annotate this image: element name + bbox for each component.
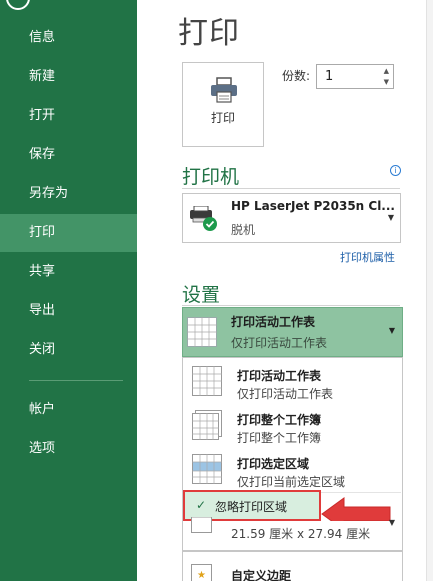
sidebar-divider — [29, 380, 123, 381]
sidebar-item-open[interactable]: 打开 — [0, 97, 137, 135]
printer-name: HP LaserJet P2035n Cl... — [231, 199, 395, 213]
page-title: 打印 — [178, 16, 240, 51]
printer-icon — [211, 77, 237, 103]
sidebar-item-save[interactable]: 保存 — [0, 136, 137, 174]
checkmark-icon: ✓ — [196, 498, 207, 512]
menu-item-subtitle: 打印整个工作簿 — [237, 431, 322, 445]
margins-value: 自定义边距 — [231, 569, 292, 581]
back-icon[interactable] — [6, 0, 30, 10]
paper-icon — [191, 517, 212, 533]
menu-item-title: 打印选定区域 — [237, 457, 310, 471]
selection-icon — [192, 454, 222, 484]
menu-item-title: 打印整个工作簿 — [237, 413, 322, 427]
info-icon[interactable]: i — [390, 165, 401, 176]
paper-size-dropdown[interactable]: 21.59 厘米 x 27.94 厘米 ▼ — [182, 517, 403, 551]
margins-dropdown[interactable]: ★ 自定义边距 — [182, 551, 403, 581]
sidebar-item-account[interactable]: 帐户 — [0, 391, 137, 429]
print-button[interactable]: 打印 — [182, 62, 264, 147]
copies-value[interactable]: 1 — [325, 69, 333, 84]
printer-offline-icon — [190, 206, 217, 231]
scrollbar[interactable] — [426, 0, 433, 581]
sidebar-item-close[interactable]: 关闭 — [0, 331, 137, 369]
custom-margins-icon: ★ — [191, 564, 212, 581]
sidebar-item-save-as[interactable]: 另存为 — [0, 175, 137, 213]
print-button-label: 打印 — [210, 111, 235, 125]
menu-item-title: 打印活动工作表 — [237, 369, 322, 383]
menu-item-subtitle: 仅打印当前选定区域 — [237, 475, 346, 489]
settings-section-title: 设置 — [182, 284, 221, 306]
sidebar-item-options[interactable]: 选项 — [0, 430, 137, 468]
menu-item-entire-workbook[interactable]: 打印整个工作簿 打印整个工作簿 — [184, 405, 401, 449]
sidebar-item-info[interactable]: 信息 — [0, 19, 137, 57]
chevron-down-icon: ▼ — [388, 326, 395, 335]
sidebar-item-new[interactable]: 新建 — [0, 58, 137, 96]
svg-text:★: ★ — [197, 570, 206, 581]
copies-stepper[interactable]: 1 ▲ ▼ — [316, 64, 394, 89]
chevron-down-icon: ▼ — [387, 213, 394, 222]
settings-section-divider — [182, 305, 400, 306]
printer-properties-link[interactable]: 打印机属性 — [340, 249, 395, 265]
print-scope-title: 打印活动工作表 — [231, 315, 316, 329]
sidebar-item-print[interactable]: 打印 — [0, 214, 137, 252]
copies-label: 份数: — [282, 69, 311, 83]
sidebar-item-share[interactable]: 共享 — [0, 253, 137, 291]
spin-down-icon[interactable]: ▼ — [384, 78, 389, 86]
chevron-down-icon: ▼ — [388, 518, 395, 527]
printer-section-title: 打印机 — [182, 166, 240, 188]
spin-up-icon[interactable]: ▲ — [384, 67, 389, 75]
menu-item-active-sheet[interactable]: 打印活动工作表 仅打印活动工作表 — [184, 361, 401, 405]
print-scope-dropdown[interactable]: 打印活动工作表 仅打印活动工作表 ▼ — [182, 307, 403, 357]
backstage-sidebar: 信息 新建 打开 保存 另存为 打印 共享 导出 关闭 帐户 选项 — [0, 0, 137, 581]
active-sheet-icon — [192, 366, 222, 396]
printer-status: 脱机 — [231, 223, 256, 237]
menu-item-subtitle: 仅打印活动工作表 — [237, 387, 334, 401]
printer-section-divider — [182, 188, 400, 189]
excel-backstage: 信息 新建 打开 保存 另存为 打印 共享 导出 关闭 帐户 选项 打印 打印 … — [0, 0, 433, 581]
active-sheet-icon — [187, 317, 217, 347]
paper-size-value: 21.59 厘米 x 27.94 厘米 — [231, 527, 371, 541]
print-scope-subtitle: 仅打印活动工作表 — [231, 336, 328, 350]
sidebar-item-export[interactable]: 导出 — [0, 292, 137, 330]
menu-item-selection[interactable]: 打印选定区域 仅打印当前选定区域 — [184, 449, 401, 493]
workbook-icon — [192, 410, 222, 440]
ignore-print-area-label: 忽略打印区域 — [215, 500, 288, 514]
printer-dropdown[interactable]: HP LaserJet P2035n Cl... 脱机 ▼ — [182, 193, 401, 243]
